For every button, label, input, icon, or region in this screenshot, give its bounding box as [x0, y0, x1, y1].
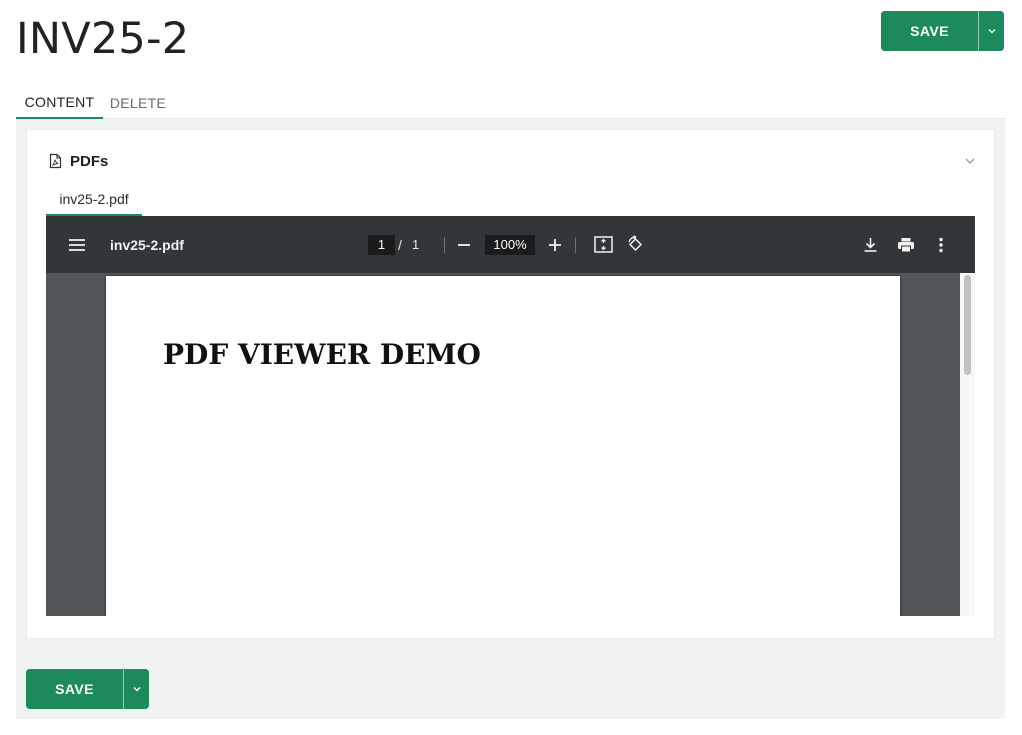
- total-pages: 1: [412, 237, 420, 252]
- pdf-toolbar: inv25-2.pdf 1 / 1 100%: [46, 216, 975, 273]
- pdf-document-heading: PDF VIEWER DEMO: [163, 338, 481, 371]
- print-icon[interactable]: [897, 216, 915, 273]
- save-options-button-bottom[interactable]: [123, 669, 149, 709]
- chevron-down-icon: [133, 687, 140, 692]
- save-button-bottom[interactable]: SAVE: [26, 669, 123, 709]
- page-number-input[interactable]: 1: [368, 216, 395, 273]
- download-icon[interactable]: [863, 216, 878, 273]
- fit-page-icon[interactable]: [594, 216, 613, 273]
- zoom-value[interactable]: 100%: [485, 234, 535, 255]
- zoom-out-icon[interactable]: [457, 216, 471, 273]
- menu-icon[interactable]: [68, 216, 86, 273]
- zoom-level[interactable]: 100%: [485, 216, 535, 273]
- page-separator: /: [398, 236, 402, 253]
- tab-content[interactable]: CONTENT: [16, 86, 103, 119]
- current-page[interactable]: 1: [368, 234, 395, 255]
- file-tab-inv25-2[interactable]: inv25-2.pdf: [46, 186, 142, 216]
- collapse-chevron-icon[interactable]: [963, 154, 977, 168]
- zoom-in-icon[interactable]: [548, 216, 562, 273]
- toolbar-divider: [575, 237, 576, 253]
- card-title: PDFs: [70, 152, 109, 170]
- toolbar-divider: [444, 237, 445, 253]
- page-title: INV25-2: [16, 14, 190, 64]
- pdf-page: PDF VIEWER DEMO: [106, 276, 900, 616]
- chevron-down-icon: [988, 29, 995, 34]
- more-options-icon[interactable]: [938, 216, 944, 273]
- bottom-save-split-button: SAVE: [26, 669, 149, 709]
- top-save-split-button: SAVE: [881, 11, 1004, 51]
- rotate-icon[interactable]: [626, 216, 645, 273]
- tab-delete[interactable]: DELETE: [110, 86, 166, 119]
- viewer-scrollbar[interactable]: [960, 273, 975, 616]
- pdfs-card-header[interactable]: PDFs: [48, 150, 108, 172]
- pdf-viewer: inv25-2.pdf 1 / 1 100% PDF VIEWER DEMO: [46, 216, 975, 616]
- pdf-file-icon: [49, 153, 62, 169]
- save-options-button[interactable]: [978, 11, 1004, 51]
- pdf-file-name: inv25-2.pdf: [110, 236, 184, 253]
- scrollbar-thumb[interactable]: [964, 275, 971, 375]
- save-button[interactable]: SAVE: [881, 11, 978, 51]
- tab-bar: CONTENT DELETE: [16, 86, 1005, 119]
